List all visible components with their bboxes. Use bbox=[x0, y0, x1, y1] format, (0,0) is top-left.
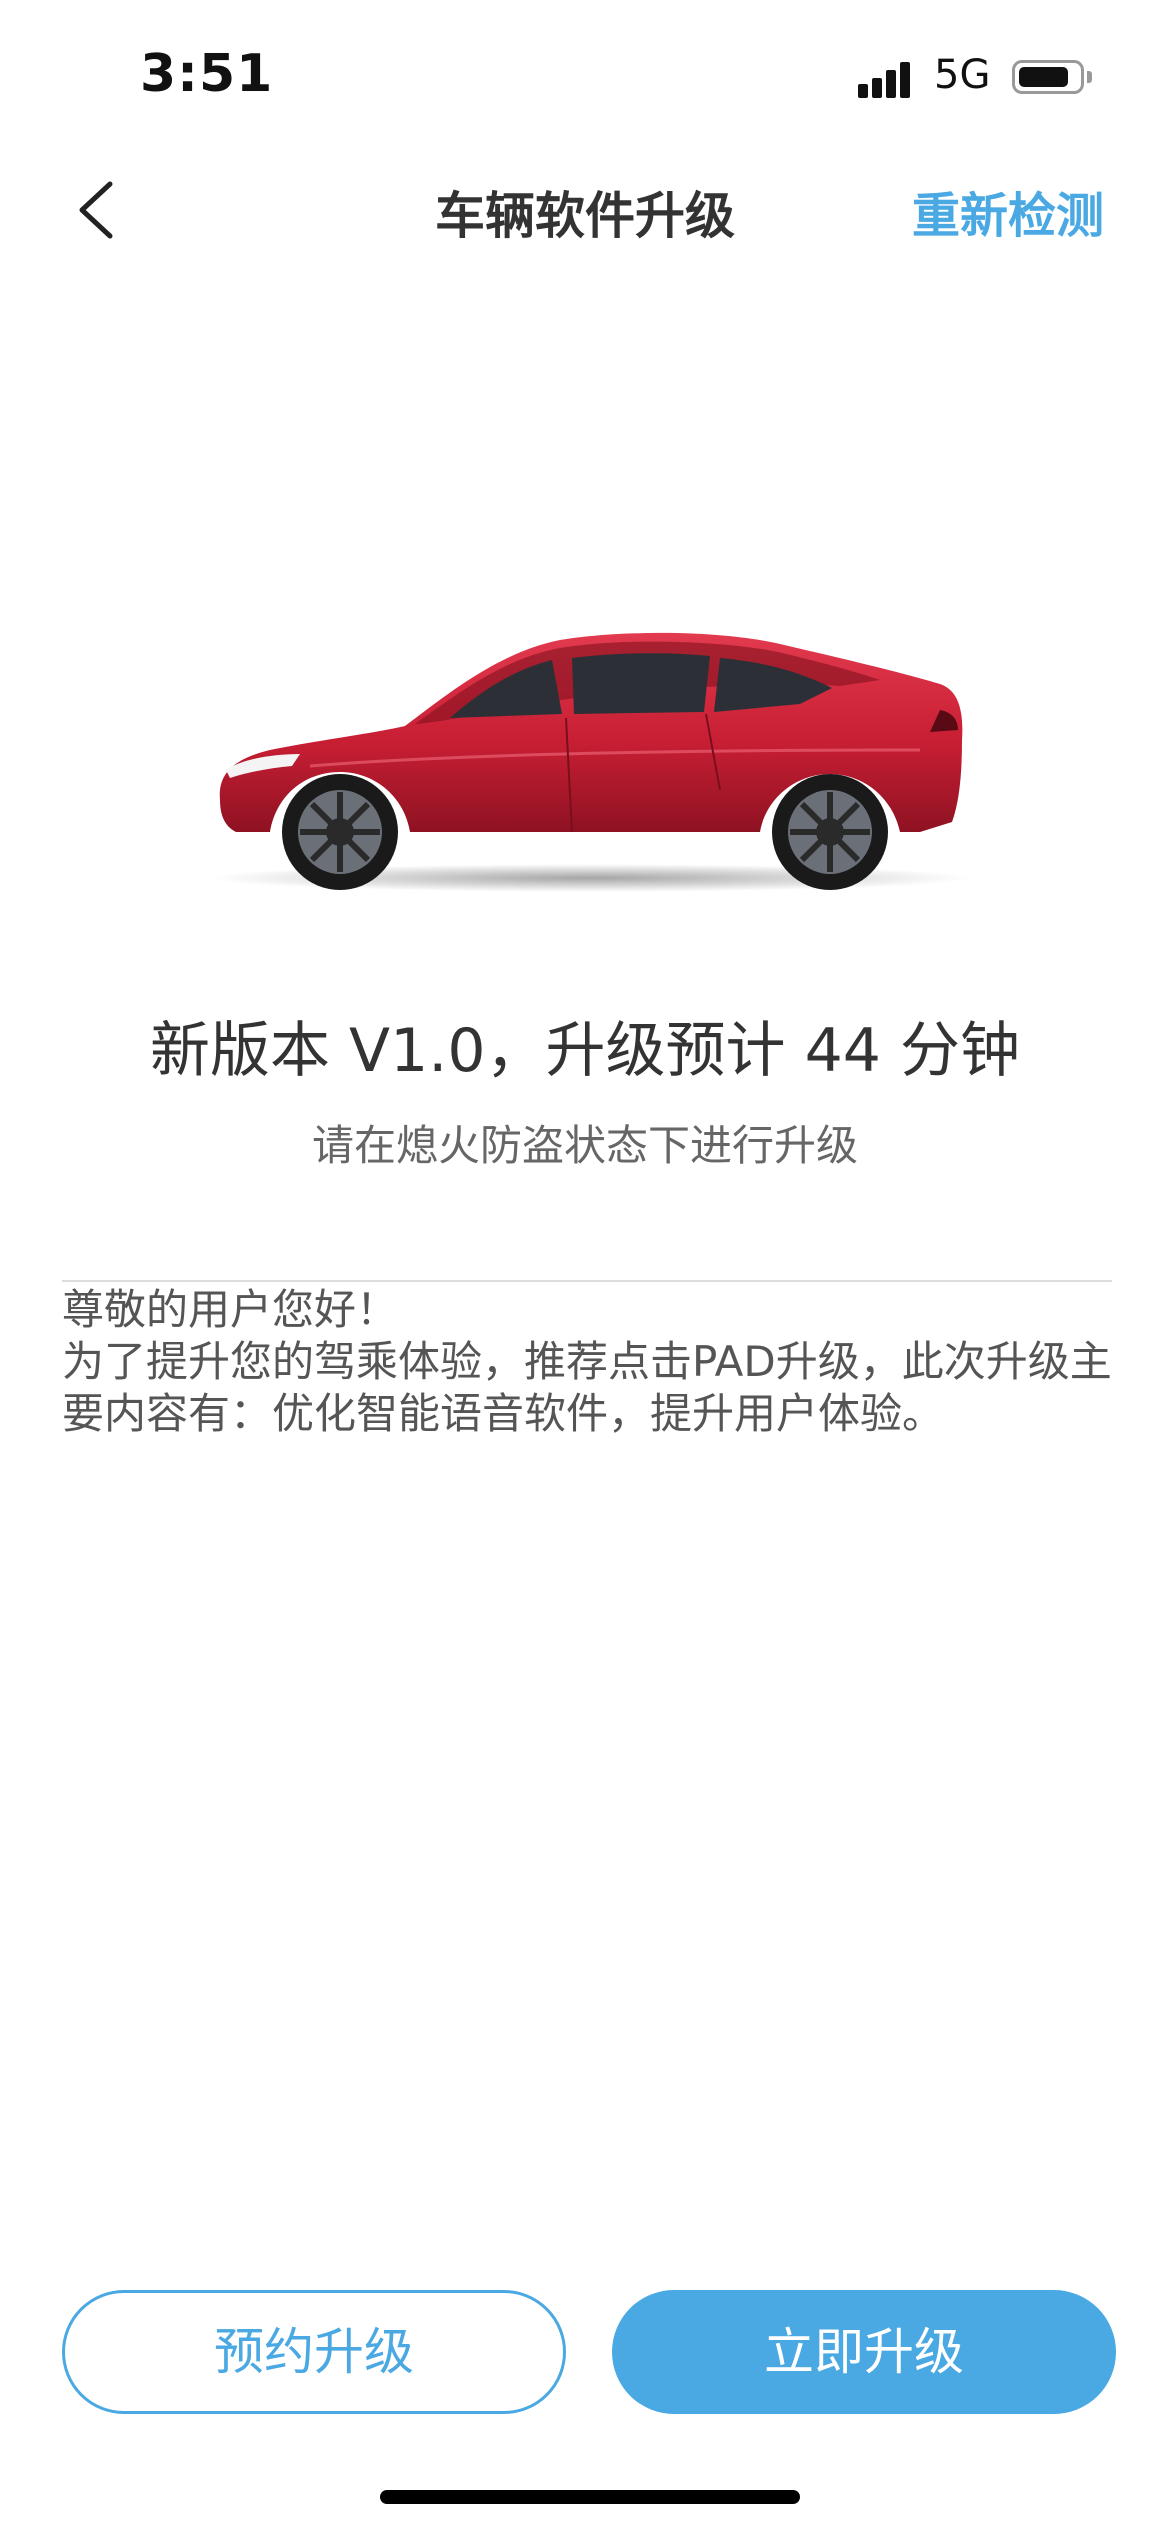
battery-cap bbox=[1087, 71, 1092, 83]
signal-bars-icon bbox=[858, 58, 918, 98]
home-indicator[interactable] bbox=[380, 2490, 800, 2504]
back-button[interactable] bbox=[60, 170, 140, 250]
network-type: 5G bbox=[934, 52, 991, 98]
battery-level bbox=[1019, 67, 1068, 87]
divider bbox=[62, 1280, 1112, 1282]
rear-wheel bbox=[772, 774, 888, 890]
status-time: 3:51 bbox=[140, 44, 274, 104]
upgrade-now-button[interactable]: 立即升级 bbox=[612, 2290, 1116, 2414]
schedule-upgrade-button[interactable]: 预约升级 bbox=[62, 2290, 566, 2414]
car-image bbox=[210, 632, 970, 892]
chevron-left-icon bbox=[79, 181, 113, 239]
front-wheel bbox=[282, 774, 398, 890]
upgrade-description: 尊敬的用户您好！ 为了提升您的驾乘体验，推荐点击PAD升级，此次升级主要内容有：… bbox=[62, 1284, 1112, 1440]
battery-icon bbox=[1012, 60, 1084, 94]
description-greeting: 尊敬的用户您好！ bbox=[62, 1285, 399, 1334]
version-info: 新版本 V1.0，升级预计 44 分钟 bbox=[149, 1016, 1021, 1086]
upgrade-hint: 请在熄火防盗状态下进行升级 bbox=[311, 1121, 858, 1170]
description-body: 为了提升您的驾乘体验，推荐点击PAD升级，此次升级主要内容有：优化智能语音软件，… bbox=[62, 1337, 1112, 1438]
recheck-button[interactable]: 重新检测 bbox=[912, 176, 1104, 246]
status-bar: 3:51 5G bbox=[0, 0, 1170, 150]
nav-bar: 车辆软件升级 重新检测 bbox=[0, 150, 1170, 270]
